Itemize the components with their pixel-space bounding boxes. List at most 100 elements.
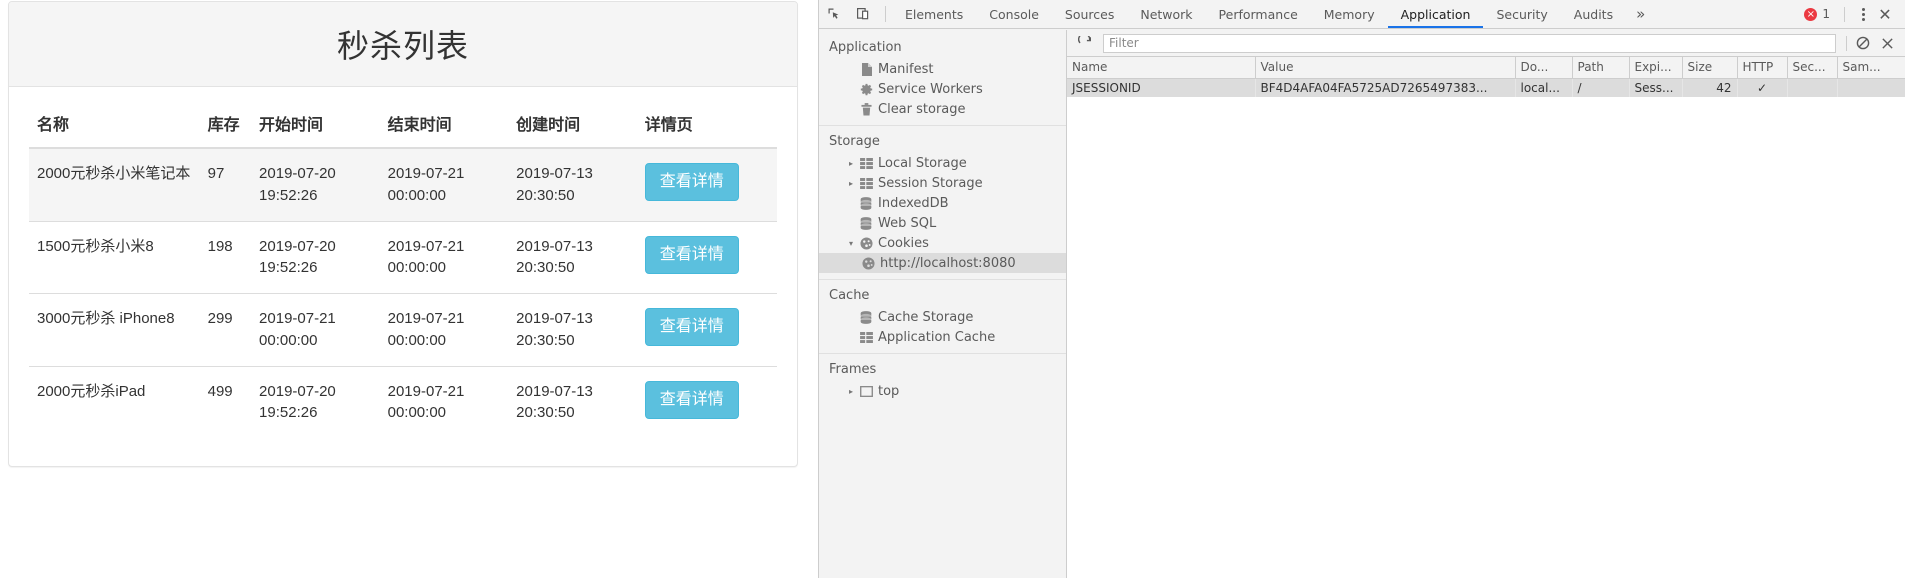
tab-elements[interactable]: Elements [892,0,976,28]
cell-end: 2019-07-21 00:00:00 [380,294,509,367]
tab-performance[interactable]: Performance [1206,0,1311,28]
col-header-name[interactable]: Name [1067,57,1255,78]
toolbar-divider [1846,36,1847,51]
tab-network[interactable]: Network [1127,0,1205,28]
col-header-domain[interactable]: Do... [1515,57,1572,78]
tree-arrow-collapsed[interactable]: ▸ [845,387,857,396]
col-header-end: 结束时间 [380,103,509,148]
sidebar-divider [819,279,1066,280]
tree-arrow-expanded[interactable]: ▾ [845,239,857,248]
tab-sources[interactable]: Sources [1052,0,1127,28]
sidebar-item-top-frame[interactable]: ▸ top [819,381,1066,401]
col-header-value[interactable]: Value [1255,57,1515,78]
device-toolbar-icon[interactable] [849,0,879,28]
col-header-size[interactable]: Size [1682,57,1737,78]
view-detail-button[interactable]: 查看详情 [645,163,739,201]
sidebar-item-manifest[interactable]: Manifest [819,59,1066,79]
cookie-name: JSESSIONID [1067,78,1255,97]
tree-arrow-collapsed[interactable]: ▸ [845,179,857,188]
sidebar-item-cache-storage[interactable]: Cache Storage [819,307,1066,327]
col-header-httponly[interactable]: HTTP [1737,57,1787,78]
end-date: 2019-07-21 [388,308,501,330]
col-header-create: 创建时间 [508,103,637,148]
sidebar-item-cookies[interactable]: ▾ Cookies [819,233,1066,253]
cell-detail: 查看详情 [637,366,777,438]
view-detail-button[interactable]: 查看详情 [645,381,739,419]
tab-application[interactable]: Application [1388,0,1484,28]
table-header-row: 名称 库存 开始时间 结束时间 创建时间 详情页 [29,103,777,148]
cookies-table-head: Name Value Do... Path Expi... Size HTTP … [1067,57,1905,78]
sidebar-item-web-sql[interactable]: Web SQL [819,213,1066,233]
table-row[interactable]: 1500元秒杀小米8 198 2019-07-20 19:52:26 2019-… [29,221,777,294]
refresh-icon[interactable] [1073,32,1097,54]
cell-name: 2000元秒杀小米笔记本 [29,148,200,221]
cell-end: 2019-07-21 00:00:00 [380,366,509,438]
col-header-path[interactable]: Path [1572,57,1629,78]
error-count: 1 [1822,7,1830,21]
cookie-row[interactable]: JSESSIONID BF4D4AFA04FA5725AD7265497383.… [1067,78,1905,97]
table-row[interactable]: 3000元秒杀 iPhone8 299 2019-07-21 00:00:00 … [29,294,777,367]
cell-end: 2019-07-21 00:00:00 [380,148,509,221]
col-header-secure[interactable]: Sec... [1787,57,1837,78]
view-detail-button[interactable]: 查看详情 [645,236,739,274]
end-time: 00:00:00 [388,185,501,207]
sidebar-divider [819,125,1066,126]
view-detail-button[interactable]: 查看详情 [645,308,739,346]
tab-audits[interactable]: Audits [1561,0,1626,28]
cell-detail: 查看详情 [637,221,777,294]
devtools-tab-strip: Elements Console Sources Network Perform… [892,0,1655,28]
cookie-path: / [1572,78,1629,97]
more-tabs-icon[interactable]: » [1626,0,1655,28]
more-options-icon[interactable] [1853,6,1873,23]
start-date: 2019-07-21 [259,308,372,330]
col-header-detail: 详情页 [637,103,777,148]
filter-input[interactable] [1103,34,1836,53]
seckill-table: 名称 库存 开始时间 结束时间 创建时间 详情页 2000元秒杀小米笔记本 97 [29,103,777,438]
table-row[interactable]: 2000元秒杀小米笔记本 97 2019-07-20 19:52:26 2019… [29,148,777,221]
col-header-samesite[interactable]: Sam... [1837,57,1905,78]
delete-selected-icon[interactable] [1875,32,1899,54]
create-date: 2019-07-13 [516,163,629,185]
tab-memory[interactable]: Memory [1311,0,1388,28]
sidebar-item-cookie-origin[interactable]: http://localhost:8080 [819,253,1066,273]
sidebar-group-cache: Cache [819,284,1066,307]
tree-arrow-collapsed[interactable]: ▸ [845,159,857,168]
devtools-panel: Elements Console Sources Network Perform… [818,0,1905,578]
end-date: 2019-07-21 [388,236,501,258]
table-row[interactable]: 2000元秒杀iPad 499 2019-07-20 19:52:26 2019… [29,366,777,438]
tab-console[interactable]: Console [976,0,1052,28]
col-header-expires[interactable]: Expi... [1629,57,1682,78]
cell-stock: 299 [200,294,251,367]
cookies-empty-area [1067,97,1905,578]
start-time: 00:00:00 [259,330,372,352]
sidebar-item-clear-storage[interactable]: Clear storage [819,99,1066,119]
create-time: 20:30:50 [516,402,629,424]
cookies-table-body: JSESSIONID BF4D4AFA04FA5725AD7265497383.… [1067,78,1905,97]
cookie-secure [1787,78,1837,97]
sidebar-item-indexeddb[interactable]: IndexedDB [819,193,1066,213]
cell-detail: 查看详情 [637,294,777,367]
sidebar-item-local-storage[interactable]: ▸ Local Storage [819,153,1066,173]
inspect-cursor-icon[interactable] [819,0,849,28]
sidebar-item-session-storage[interactable]: ▸ Session Storage [819,173,1066,193]
end-time: 00:00:00 [388,402,501,424]
table-grid-icon [857,178,875,189]
cookie-size: 42 [1682,78,1737,97]
tab-security[interactable]: Security [1483,0,1560,28]
clear-all-icon[interactable] [1851,32,1875,54]
application-sidebar: Application Manifest Service Workers [819,30,1067,578]
close-icon[interactable]: ✕ [1873,5,1897,24]
error-icon: × [1804,8,1817,21]
start-time: 19:52:26 [259,402,372,424]
screen-root: 秒杀列表 名称 库存 开始时间 结束时间 创建时间 [0,0,1905,578]
error-badge[interactable]: × 1 [1804,7,1830,21]
col-header-name: 名称 [29,103,200,148]
page-title: 秒杀列表 [337,21,469,67]
sidebar-group-frames: Frames [819,358,1066,381]
sidebar-item-label: top [878,384,899,399]
sidebar-item-service-workers[interactable]: Service Workers [819,79,1066,99]
end-date: 2019-07-21 [388,381,501,403]
database-icon [857,311,875,324]
sidebar-item-application-cache[interactable]: Application Cache [819,327,1066,347]
sidebar-item-label: Manifest [878,62,933,77]
